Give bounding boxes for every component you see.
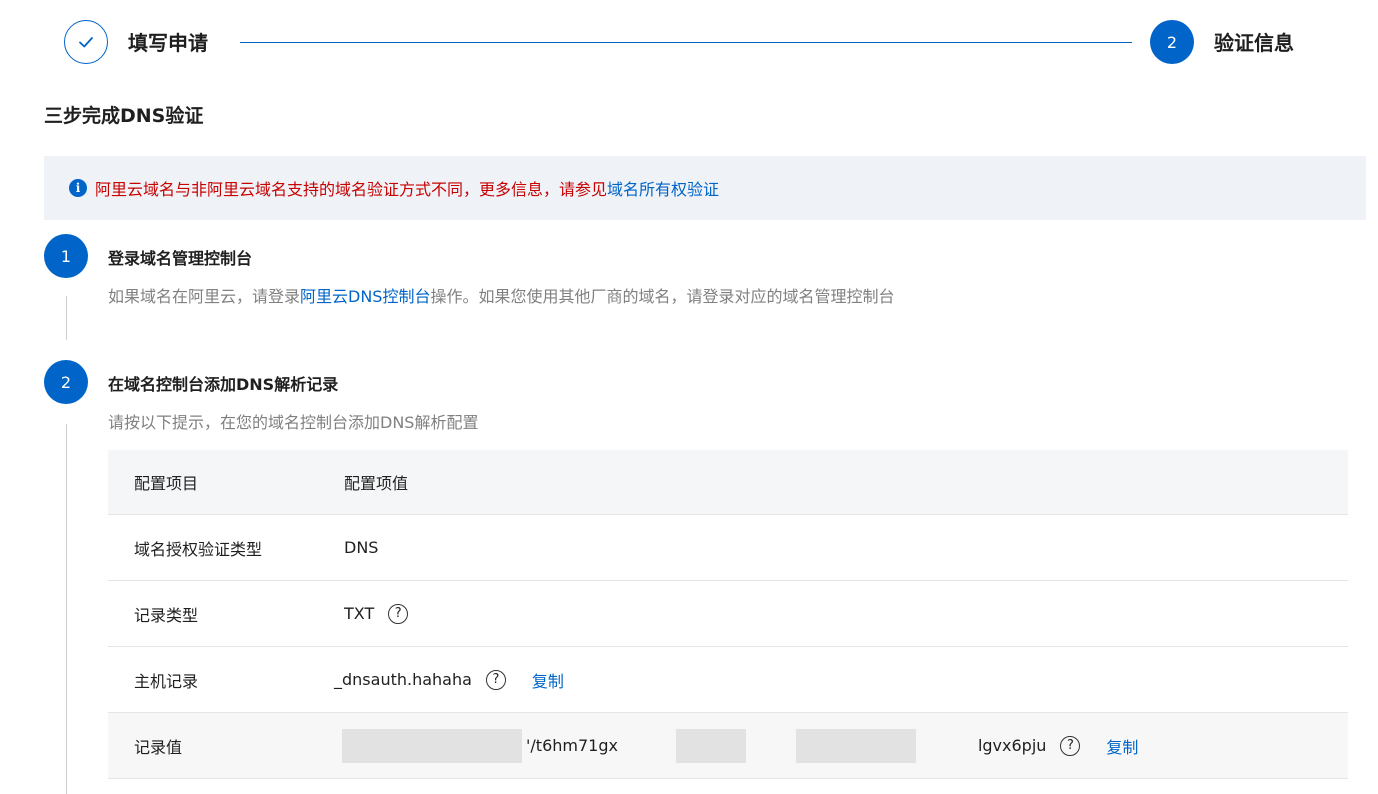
row-label: 记录值: [134, 737, 183, 757]
copy-record-value-button[interactable]: 复制: [1106, 734, 1138, 758]
substep-1-desc-suffix: 操作。如果您使用其他厂商的域名，请登录对应的域名管理控制台: [430, 287, 895, 306]
row-value-cell: _dnsauth.hahaha ? 复制: [334, 668, 1348, 692]
check-icon: [79, 37, 93, 48]
step-1-title: 填写申请: [128, 31, 208, 55]
substep-1-title: 登录域名管理控制台: [108, 249, 253, 268]
table-row: 主机记录 _dnsauth.hahaha ? 复制: [108, 647, 1348, 713]
row-value-cell: TXT ?: [344, 603, 1348, 624]
header-config-value: 配置项值: [344, 474, 409, 493]
section-title: 三步完成DNS验证: [44, 105, 204, 127]
dns-console-link[interactable]: 阿里云DNS控制台: [300, 287, 430, 306]
substep-1-connector: [66, 296, 67, 340]
step-connector: [240, 42, 1132, 43]
row-label: 主机记录: [134, 671, 199, 691]
substep-1-desc-prefix: 如果域名在阿里云，请登录: [108, 287, 301, 306]
row-value-part1: '/t6hm71gx: [526, 736, 618, 755]
substep-2-desc: 请按以下提示，在您的域名控制台添加DNS解析配置: [108, 413, 479, 432]
substep-2-connector: [66, 424, 67, 794]
row-label: 域名授权验证类型: [134, 539, 263, 559]
copy-host-record-button[interactable]: 复制: [532, 668, 564, 692]
redacted-block: [342, 728, 522, 763]
dns-config-table: 配置项目 配置项值 域名授权验证类型 DNS 记录类型 TXT ? 主机记录 _…: [108, 450, 1348, 779]
substep-2-title: 在域名控制台添加DNS解析记录: [108, 375, 339, 394]
row-value-cell: '/t6hm71gx lgvx6pju ? 复制: [342, 728, 1348, 763]
header-config-item: 配置项目: [134, 474, 199, 493]
info-icon: i: [69, 179, 87, 197]
substep-2-number: 2: [44, 360, 88, 404]
ownership-verification-link[interactable]: 域名所有权验证: [607, 176, 719, 200]
alert-text: 阿里云域名与非阿里云域名支持的域名验证方式不同，更多信息，请参见: [95, 180, 608, 199]
step-2-active: 2: [1150, 20, 1194, 64]
substep-1-desc: 如果域名在阿里云，请登录阿里云DNS控制台操作。如果您使用其他厂商的域名，请登录…: [108, 286, 894, 308]
row-value-part2: lgvx6pju: [977, 736, 1047, 755]
row-value: _dnsauth.hahaha: [334, 670, 472, 689]
question-circle-icon[interactable]: ?: [1060, 735, 1081, 756]
step-2-title: 验证信息: [1214, 31, 1294, 55]
redacted-block: [675, 728, 746, 763]
redacted-block: [795, 728, 916, 763]
row-label: 记录类型: [134, 605, 199, 625]
step-1-complete: [64, 20, 108, 64]
row-value: TXT: [344, 604, 375, 623]
table-row: 域名授权验证类型 DNS: [108, 515, 1348, 581]
table-header-row: 配置项目 配置项值: [108, 450, 1348, 515]
info-alert: i 阿里云域名与非阿里云域名支持的域名验证方式不同，更多信息，请参见 域名所有权…: [44, 156, 1366, 220]
row-value: DNS: [344, 538, 379, 557]
question-circle-icon[interactable]: ?: [485, 669, 506, 690]
table-row: 记录类型 TXT ?: [108, 581, 1348, 647]
substep-1-number: 1: [44, 234, 88, 278]
stepper: 填写申请 2 验证信息: [64, 18, 1314, 66]
table-row: 记录值 '/t6hm71gx lgvx6pju ? 复制: [108, 713, 1348, 779]
question-circle-icon[interactable]: ?: [388, 603, 409, 624]
